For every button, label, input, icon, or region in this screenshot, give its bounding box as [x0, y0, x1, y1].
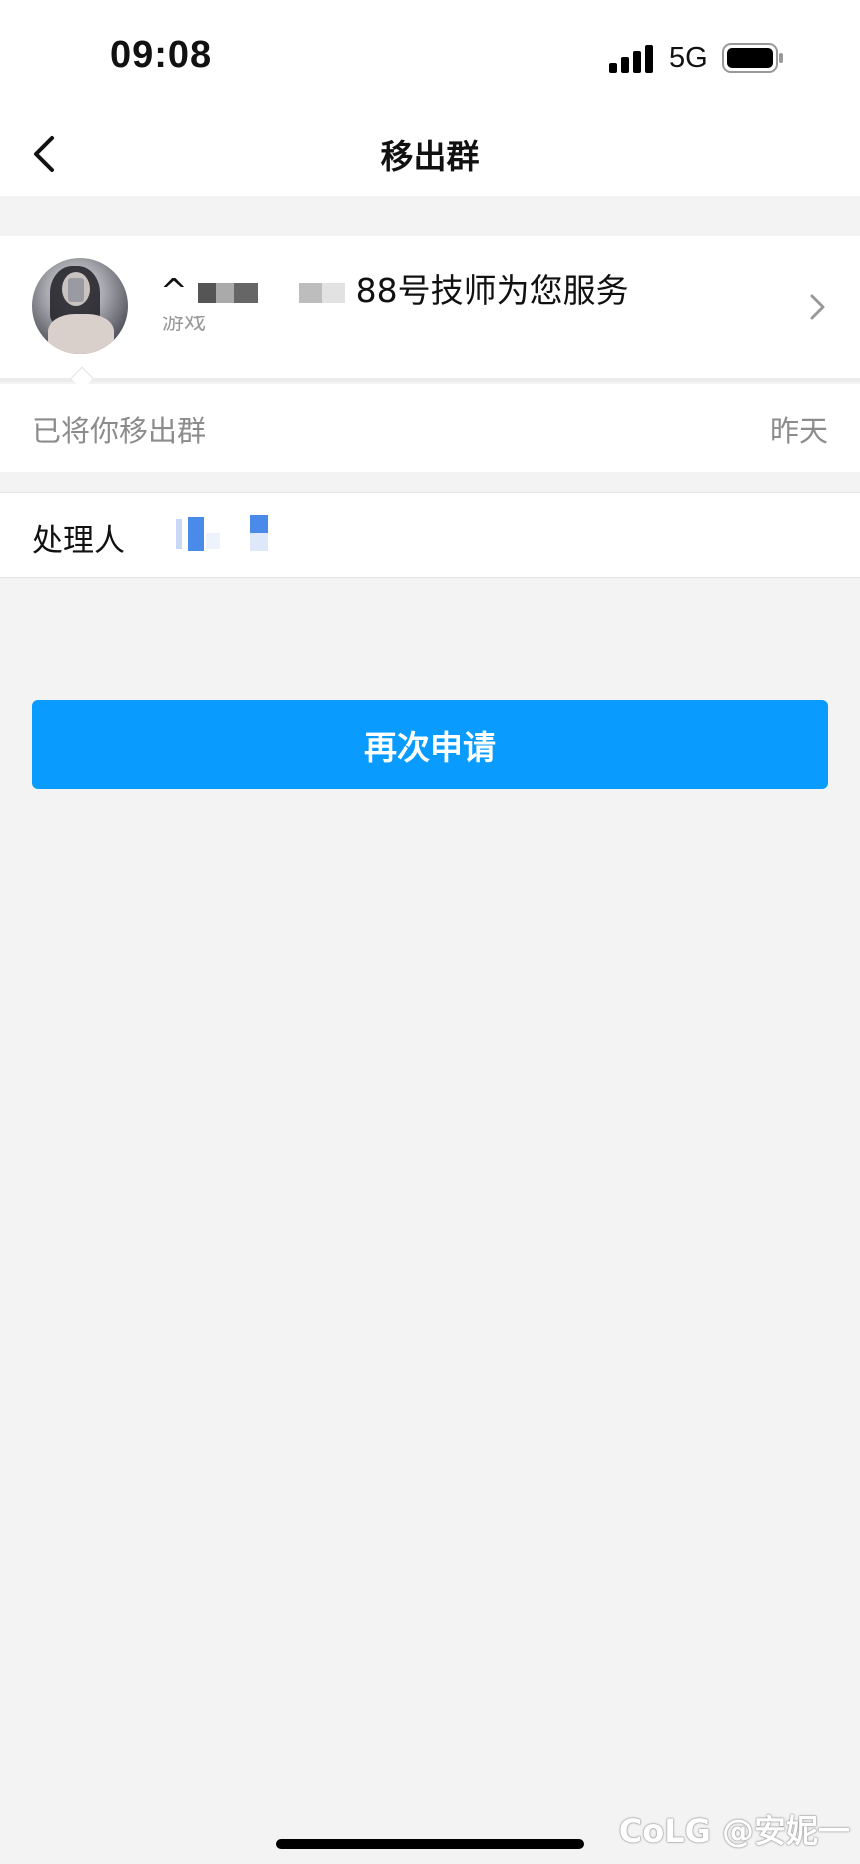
removal-notice: 已将你移出群 昨天 — [0, 384, 860, 472]
network-label: 5G — [669, 42, 708, 74]
home-indicator[interactable] — [276, 1839, 584, 1849]
group-avatar — [32, 258, 128, 354]
group-name-prefix: ^ — [160, 271, 188, 310]
chevron-right-icon — [810, 294, 825, 320]
redacted-block — [198, 282, 259, 303]
nav-bar: 移出群 — [0, 110, 860, 196]
watermark: CoLG @安妮一 — [618, 1812, 850, 1850]
group-name: ^ 88号技师为您服务 — [160, 264, 629, 310]
handler-name-redacted — [176, 515, 268, 551]
battery-icon — [722, 43, 783, 73]
notice-time: 昨天 — [769, 414, 828, 448]
handler-row: 处理人 — [0, 492, 860, 578]
divider — [0, 378, 860, 382]
redacted-block — [299, 282, 346, 303]
handler-label: 处理人 — [32, 523, 125, 559]
notice-text: 已将你移出群 — [32, 414, 207, 448]
group-name-suffix: 88号技师为您服务 — [355, 271, 629, 310]
group-card[interactable]: ^ 88号技师为您服务 游戏 — [0, 236, 860, 378]
redacted-block — [269, 283, 289, 303]
status-time: 09:08 — [110, 34, 213, 76]
status-bar: 09:08 5G — [0, 0, 860, 110]
reapply-button[interactable]: 再次申请 — [32, 700, 828, 789]
group-subtitle: 游戏 — [162, 316, 207, 334]
page-title: 移出群 — [380, 137, 480, 176]
signal-icon — [609, 45, 653, 73]
